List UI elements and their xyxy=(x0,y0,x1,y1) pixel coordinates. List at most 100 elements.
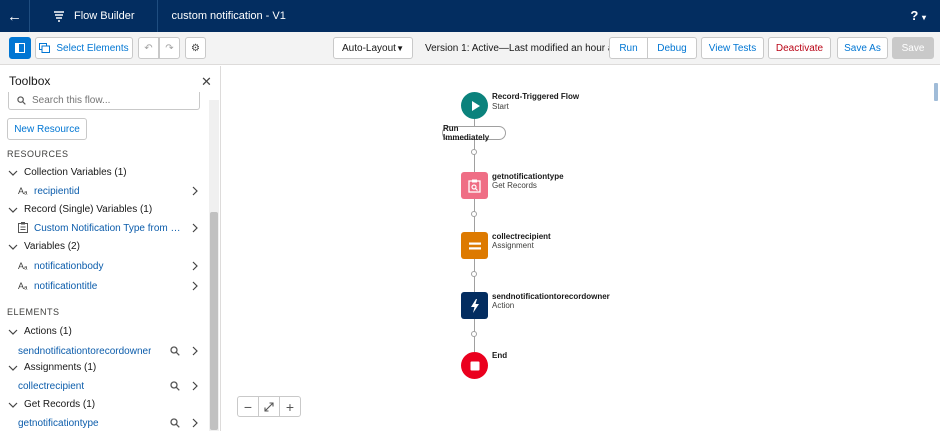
resource-label: recipientid xyxy=(34,185,80,197)
group-collection-variables[interactable]: Collection Variables (1) xyxy=(8,167,127,178)
get-records-icon xyxy=(468,179,481,193)
redo-button[interactable]: ↷ xyxy=(159,37,180,59)
text-variable-icon: Aₐ xyxy=(18,281,28,291)
flow-name: custom notification - V1 xyxy=(156,0,286,32)
group-record-variables[interactable]: Record (Single) Variables (1) xyxy=(8,204,152,215)
redo-icon: ↷ xyxy=(165,42,174,54)
view-tests-button[interactable]: View Tests xyxy=(701,37,764,59)
save-as-button[interactable]: Save As xyxy=(837,37,888,59)
search-input[interactable]: Search this flow... xyxy=(8,92,200,110)
resource-custom-notification-type[interactable]: Custom Notification Type from getn... xyxy=(0,219,209,237)
resource-label: Custom Notification Type from getn... xyxy=(34,222,186,234)
start-node-subtitle: Start xyxy=(492,102,509,111)
toggle-toolbox-button[interactable] xyxy=(9,37,31,59)
text-variable-icon: Aₐ xyxy=(18,186,28,196)
resource-notificationtitle[interactable]: Aₐ notificationtitle xyxy=(0,277,209,295)
chevron-right-icon xyxy=(192,223,198,233)
resources-heading: RESOURCES xyxy=(7,149,69,159)
settings-button[interactable]: ⚙ xyxy=(185,37,206,59)
chevron-right-icon xyxy=(192,346,198,356)
layout-select[interactable]: Auto-Layout ▼ xyxy=(333,37,413,59)
get-records-node[interactable] xyxy=(461,172,488,199)
app-header: ← Flow Builder custom notification - V1 … xyxy=(0,0,940,32)
chevron-down-icon xyxy=(8,402,20,408)
zoom-out-button[interactable]: − xyxy=(237,396,259,417)
pill-label: Run Immediately xyxy=(443,124,490,142)
group-variables[interactable]: Variables (2) xyxy=(8,241,80,252)
debug-button[interactable]: Debug xyxy=(647,37,697,59)
get-records-node-title: getnotificationtype xyxy=(492,172,564,181)
add-element-dot[interactable] xyxy=(471,331,477,337)
start-node[interactable] xyxy=(461,92,488,119)
text-variable-icon: Aₐ xyxy=(18,261,28,271)
group-label: Variables (2) xyxy=(24,241,80,252)
undo-button[interactable]: ↶ xyxy=(138,37,159,59)
view-tests-label: View Tests xyxy=(708,42,757,54)
deactivate-button[interactable]: Deactivate xyxy=(768,37,831,59)
resource-notificationbody[interactable]: Aₐ notificationbody xyxy=(0,257,209,275)
scrollbar-thumb[interactable] xyxy=(210,212,218,430)
chevron-down-icon xyxy=(8,244,20,250)
assignment-node-title: collectrecipient xyxy=(492,232,551,241)
group-label: Record (Single) Variables (1) xyxy=(24,204,153,215)
gear-icon: ⚙ xyxy=(191,42,200,54)
action-node[interactable] xyxy=(461,292,488,319)
chevron-right-icon xyxy=(192,261,198,271)
save-as-label: Save As xyxy=(844,42,881,54)
close-icon[interactable]: ✕ xyxy=(201,74,212,90)
end-node[interactable] xyxy=(461,352,488,379)
search-placeholder: Search this flow... xyxy=(32,95,111,106)
end-node-title: End xyxy=(492,351,508,360)
action-node-subtitle: Action xyxy=(492,301,515,310)
chevron-right-icon xyxy=(192,381,198,391)
version-status: Version 1: Active—Last modified an hour … xyxy=(425,43,625,54)
lightning-bolt-icon xyxy=(470,298,479,313)
assignment-node[interactable] xyxy=(461,232,488,259)
add-element-dot[interactable] xyxy=(471,271,477,277)
connector-line xyxy=(474,140,475,172)
search-icon[interactable] xyxy=(170,381,180,391)
select-elements-button[interactable]: Select Elements xyxy=(35,37,133,59)
zoom-in-button[interactable]: + xyxy=(279,396,301,417)
save-button[interactable]: Save xyxy=(892,37,934,59)
record-icon xyxy=(18,222,28,233)
chevron-down-icon xyxy=(8,207,20,213)
canvas-edge-handle[interactable] xyxy=(934,83,938,101)
toolbar: Select Elements ↶ ↷ ⚙ Auto-Layout ▼ Vers… xyxy=(0,32,940,65)
assignment-node-subtitle: Assignment xyxy=(492,241,534,250)
run-immediately-pill[interactable]: Run Immediately xyxy=(442,124,506,142)
help-button[interactable]: ? ▾ xyxy=(910,8,926,23)
play-icon xyxy=(471,100,480,111)
run-button[interactable]: Run xyxy=(609,37,648,59)
group-get-records[interactable]: Get Records (1) xyxy=(8,399,95,410)
toolbox-scrollbar[interactable] xyxy=(209,100,219,431)
element-label: collectrecipient xyxy=(18,380,85,392)
add-element-dot[interactable] xyxy=(471,211,477,217)
action-node-title: sendnotificationtorecordowner xyxy=(492,292,610,301)
select-icon xyxy=(39,43,51,53)
group-label: Get Records (1) xyxy=(24,399,96,410)
chevron-down-icon xyxy=(8,329,20,335)
element-sendnotification[interactable]: sendnotificationtorecordowner xyxy=(0,342,209,360)
resource-label: notificationtitle xyxy=(34,280,98,292)
back-arrow-icon[interactable]: ← xyxy=(0,0,30,32)
resource-recipientid[interactable]: Aₐ recipientid xyxy=(0,182,209,200)
run-label: Run xyxy=(619,42,638,54)
start-node-title: Record-Triggered Flow xyxy=(492,92,580,101)
element-collectrecipient[interactable]: collectrecipient xyxy=(0,377,209,395)
add-element-dot[interactable] xyxy=(471,149,477,155)
elements-heading: ELEMENTS xyxy=(7,307,60,317)
group-actions[interactable]: Actions (1) xyxy=(8,326,72,337)
chevron-down-icon: ▼ xyxy=(396,43,404,53)
element-getnotificationtype[interactable]: getnotificationtype xyxy=(0,414,209,431)
flow-canvas[interactable] xyxy=(221,66,940,431)
app-name: Flow Builder xyxy=(74,10,135,22)
group-assignments[interactable]: Assignments (1) xyxy=(8,362,96,373)
chevron-down-icon xyxy=(8,170,20,176)
fit-view-button[interactable] xyxy=(258,396,280,417)
group-label: Collection Variables (1) xyxy=(24,167,127,178)
equals-icon xyxy=(468,242,481,249)
search-icon[interactable] xyxy=(170,346,180,356)
new-resource-button[interactable]: New Resource xyxy=(7,118,87,140)
search-icon[interactable] xyxy=(170,418,180,428)
